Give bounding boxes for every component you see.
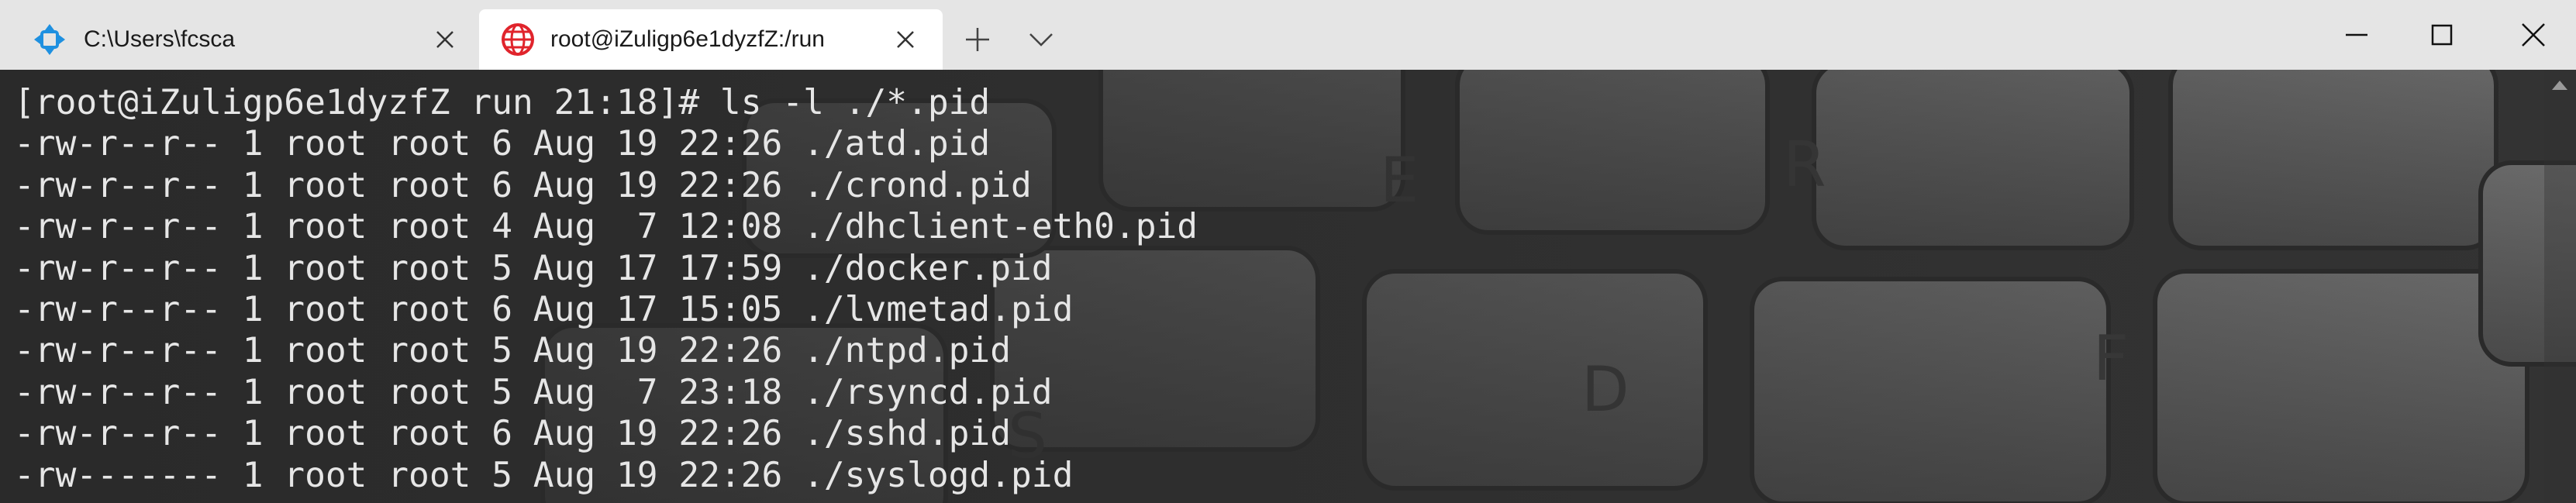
tab-dropdown-button[interactable] — [1022, 20, 1060, 59]
minimize-button[interactable] — [2314, 0, 2399, 70]
scroll-up-arrow-icon[interactable] — [2550, 78, 2569, 93]
windows-terminal-icon — [33, 22, 67, 57]
globe-icon — [501, 22, 535, 57]
close-icon[interactable] — [891, 26, 919, 53]
terminal-output-line: -rw-r--r-- 1 root root 6 Aug 19 22:26 ./… — [14, 124, 991, 164]
terminal-prompt-line: [root@iZuligp6e1dyzfZ run 21:18]# ls -l … — [14, 83, 991, 122]
window-close-button[interactable] — [2491, 0, 2576, 70]
chevron-down-icon — [1029, 33, 1053, 47]
maximize-button[interactable] — [2399, 0, 2485, 70]
title-bar: C:\Users\fcsca root@iZuligp6e1dyzfZ:/run — [0, 0, 2576, 70]
terminal-output-line: -rw-r--r-- 1 root root 6 Aug 19 22:26 ./… — [14, 165, 1032, 205]
terminal-output-line: -rw-r--r-- 1 root root 4 Aug 7 12:08 ./d… — [14, 207, 1198, 247]
maximize-icon — [2431, 24, 2453, 46]
terminal-output-line: -rw-r--r-- 1 root root 5 Aug 19 22:26 ./… — [14, 331, 1011, 371]
terminal-scrollbar[interactable] — [2544, 70, 2576, 503]
tab-ssh-session[interactable]: root@iZuligp6e1dyzfZ:/run — [479, 9, 943, 70]
tab-powershell[interactable]: C:\Users\fcsca — [0, 9, 474, 70]
tab-title: C:\Users\fcsca — [84, 26, 236, 52]
plus-icon — [966, 28, 989, 51]
close-icon[interactable] — [431, 26, 459, 53]
minimize-icon — [2346, 33, 2367, 36]
terminal-output-line: -rw------- 1 root root 5 Aug 19 22:26 ./… — [14, 455, 1074, 495]
tab-title: root@iZuligp6e1dyzfZ:/run — [550, 26, 825, 52]
new-tab-button[interactable] — [958, 20, 997, 59]
terminal-pane[interactable]: E R D F S [root@iZuligp6e1dyzfZ run 21:1… — [0, 70, 2576, 503]
terminal-output[interactable]: [root@iZuligp6e1dyzfZ run 21:18]# ls -l … — [14, 82, 1198, 496]
terminal-output-line: -rw-r--r-- 1 root root 5 Aug 7 23:18 ./r… — [14, 372, 1053, 412]
close-icon — [2522, 23, 2545, 47]
terminal-output-line: -rw-r--r-- 1 root root 5 Aug 17 17:59 ./… — [14, 248, 1053, 288]
terminal-output-line: -rw-r--r-- 1 root root 6 Aug 17 15:05 ./… — [14, 289, 1074, 329]
terminal-output-line: -rw-r--r-- 1 root root 6 Aug 19 22:26 ./… — [14, 414, 1011, 454]
